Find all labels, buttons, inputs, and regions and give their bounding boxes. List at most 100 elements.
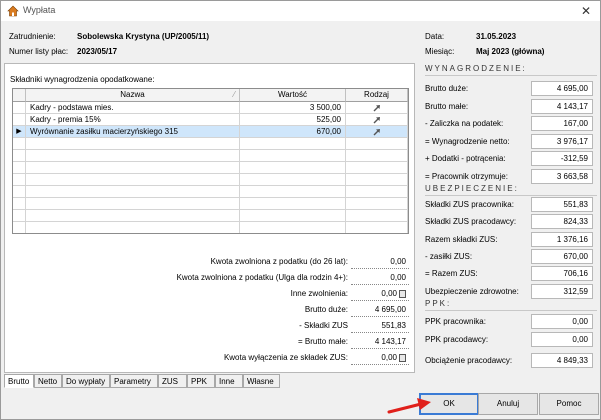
- link-arrow-icon: [373, 129, 380, 136]
- summary-value[interactable]: 0,00: [351, 255, 409, 269]
- empty-cell: [346, 150, 408, 162]
- divider: [425, 75, 597, 76]
- empty-row: [13, 198, 408, 210]
- title-bar: Wypłata ✕: [1, 1, 600, 21]
- empty-cell: [26, 138, 240, 150]
- summary-value-text: 0,00: [381, 289, 397, 298]
- ubezpieczenie-value: 312,59: [531, 283, 593, 299]
- tab-brutto[interactable]: Brutto: [4, 374, 34, 388]
- summary-value[interactable]: 0,00: [351, 271, 409, 285]
- ubezpieczenie-label: Składki ZUS pracodawcy:: [425, 217, 517, 227]
- close-icon[interactable]: ✕: [578, 3, 594, 19]
- empty-row: [13, 222, 408, 233]
- wynagrodzenie-value: 167,00: [531, 116, 593, 131]
- empty-cell: [240, 186, 346, 198]
- summary-value[interactable]: 4 143,17: [351, 335, 409, 349]
- tab-netto[interactable]: Netto: [34, 374, 62, 388]
- ubezpieczenie-value: 1 376,16: [531, 231, 593, 247]
- column-header-name[interactable]: Nazwa ⁄: [26, 89, 240, 102]
- pointer-arrow-icon: [387, 398, 431, 414]
- summary-value[interactable]: 0,00: [351, 351, 409, 365]
- link-arrow-icon: [373, 117, 380, 124]
- empty-cell: [240, 150, 346, 162]
- empty-cell: [13, 174, 26, 186]
- cancel-button[interactable]: Anuluj: [478, 393, 538, 415]
- divider: [425, 310, 597, 311]
- summary-value-text: 0,00: [390, 257, 406, 266]
- empty-cell: [26, 210, 240, 222]
- month-label: Miesiąc:: [425, 47, 455, 56]
- empty-cell: [346, 138, 408, 150]
- row-name-cell: Kadry - premia 15%: [26, 114, 240, 126]
- column-header-value[interactable]: Wartość: [240, 89, 346, 102]
- wynagrodzenie-value: 4 143,17: [531, 98, 593, 114]
- summary-value[interactable]: 4 695,00: [351, 303, 409, 317]
- ubezpieczenie-label: Razem składki ZUS:: [425, 234, 498, 244]
- empty-cell: [13, 198, 26, 210]
- summary-label: Kwota zwolniona z podatku (do 26 lat):: [210, 257, 348, 266]
- payout-window: Wypłata ✕ Zatrudnienie: Sobolewska Kryst…: [0, 0, 601, 420]
- empty-row: [13, 210, 408, 222]
- tab-parametry[interactable]: Parametry: [110, 374, 158, 388]
- row-type-cell[interactable]: [346, 126, 408, 138]
- help-button[interactable]: Pomoc: [539, 393, 599, 415]
- employment-label: Zatrudnienie:: [9, 32, 56, 41]
- summary-label: = Brutto małe:: [297, 337, 348, 346]
- empty-cell: [26, 174, 240, 186]
- ppk-label: PPK pracodawcy:: [425, 334, 489, 344]
- summary-label: Kwota zwolniona z podatku (Ulga dla rodz…: [176, 273, 348, 282]
- tab-ppk[interactable]: PPK: [187, 374, 215, 388]
- tab-inne[interactable]: Inne: [215, 374, 243, 388]
- empty-row: [13, 138, 408, 150]
- row-type-cell[interactable]: [346, 102, 408, 114]
- empty-cell: [346, 198, 408, 210]
- tab-do-wypłaty[interactable]: Do wypłaty: [62, 374, 110, 388]
- tab-zus[interactable]: ZUS: [158, 374, 187, 388]
- empty-cell: [26, 198, 240, 210]
- divider: [425, 195, 597, 196]
- empty-cell: [240, 210, 346, 222]
- table-row[interactable]: ▶ Wyrównanie zasiłku macierzyńskiego 315 6…: [13, 126, 408, 138]
- summary-label: Kwota wyłączenia ze składek ZUS:: [223, 353, 348, 362]
- row-name-cell: Kadry - podstawa mies.: [26, 102, 240, 114]
- payroll-number-label: Numer listy płac:: [9, 47, 69, 56]
- ppk-section-title: PPK:: [425, 299, 452, 308]
- empty-cell: [240, 138, 346, 150]
- calculator-icon[interactable]: [399, 353, 406, 362]
- calculator-icon[interactable]: [399, 289, 406, 298]
- empty-cell: [13, 138, 26, 150]
- row-value-cell: 670,00: [240, 126, 346, 138]
- empty-cell: [240, 162, 346, 174]
- summary-value[interactable]: 0,00: [351, 287, 409, 301]
- table-row[interactable]: Kadry - podstawa mies. 3 500,00: [13, 102, 408, 114]
- ubezpieczenie-label: = Razem ZUS:: [425, 269, 478, 279]
- window-title: Wypłata: [23, 5, 56, 15]
- components-grid[interactable]: Nazwa ⁄ Wartość Rodzaj Kadry - podstawa …: [12, 88, 409, 234]
- wynagrodzenie-label: = Wynagrodzenie netto:: [425, 136, 510, 146]
- empty-cell: [13, 210, 26, 222]
- row-value-cell: 3 500,00: [240, 102, 346, 114]
- date-label: Data:: [425, 32, 445, 41]
- row-name-cell: Wyrównanie zasiłku macierzyńskiego 315: [26, 126, 240, 138]
- wynagrodzenie-label: Brutto duże:: [425, 84, 469, 93]
- ubezpieczenie-label: - zasiłki ZUS:: [425, 251, 473, 261]
- table-row[interactable]: Kadry - premia 15% 525,00: [13, 114, 408, 126]
- tab-własne[interactable]: Własne: [243, 374, 280, 388]
- summary-value-text: 4 695,00: [374, 305, 406, 314]
- wynagrodzenie-value: 3 976,17: [531, 133, 593, 149]
- empty-cell: [26, 162, 240, 174]
- wynagrodzenie-value: 3 663,58: [531, 168, 593, 184]
- wynagrodzenie-label: Brutto małe:: [425, 101, 469, 111]
- empty-cell: [240, 198, 346, 210]
- summary-label: Brutto duże:: [304, 305, 348, 314]
- empty-cell: [346, 162, 408, 174]
- empty-cell: [346, 222, 408, 233]
- ubezpieczenie-value: 670,00: [531, 248, 593, 264]
- empty-cell: [346, 186, 408, 198]
- row-type-cell[interactable]: [346, 114, 408, 126]
- empty-row: [13, 150, 408, 162]
- column-header-type[interactable]: Rodzaj: [346, 89, 408, 102]
- wynagrodzenie-value: -312,59: [531, 151, 593, 166]
- summary-value[interactable]: 551,83: [351, 319, 409, 333]
- ubezpieczenie-value: 824,33: [531, 214, 593, 230]
